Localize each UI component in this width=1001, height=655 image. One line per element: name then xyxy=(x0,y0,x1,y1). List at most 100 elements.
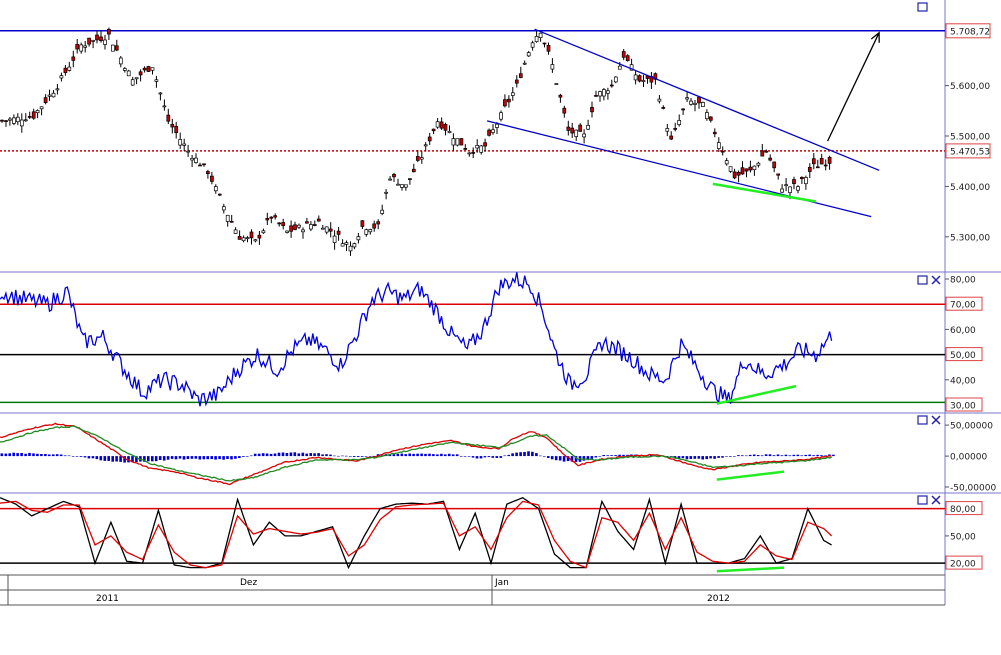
candle-body xyxy=(103,39,107,45)
candle-body xyxy=(827,156,832,164)
macd-histogram-bar xyxy=(725,456,728,457)
macd-histogram-bar xyxy=(28,452,31,456)
candle-body xyxy=(586,125,590,130)
candle-body xyxy=(372,223,377,229)
macd-histogram-bar xyxy=(115,456,118,462)
candle-body xyxy=(475,145,480,149)
macd-histogram-bar xyxy=(436,454,439,457)
candle-body xyxy=(661,107,666,109)
candle-body xyxy=(154,79,159,82)
chart-root: 5.600,00 5.500,00 5.400,00 5.300,00 5.708,72… xyxy=(0,0,1001,655)
macd-histogram-bar xyxy=(99,456,103,461)
candle-body xyxy=(356,236,361,241)
candle-body xyxy=(332,235,337,243)
macd-histogram-bar xyxy=(341,455,344,457)
macd-histogram-bar xyxy=(329,454,332,457)
macd-histogram-bar xyxy=(487,456,491,458)
macd-histogram-bar xyxy=(788,455,792,457)
candle-body xyxy=(150,67,155,71)
macd-histogram-bar xyxy=(313,453,316,457)
y-axis-tick-label: 50,00000 xyxy=(950,422,993,432)
candle-body xyxy=(408,178,412,180)
macd-histogram-bar xyxy=(20,453,23,457)
macd-histogram-bar xyxy=(174,456,178,460)
candle-body xyxy=(241,237,246,242)
candle-body xyxy=(146,66,151,72)
macd-histogram-bar xyxy=(760,455,764,457)
candle-body xyxy=(503,99,507,107)
candle-body xyxy=(712,131,717,135)
macd-histogram-bar xyxy=(483,456,487,458)
macd-histogram-bar xyxy=(404,454,407,457)
candle-body xyxy=(213,186,218,192)
year-label-2012: 2012 xyxy=(707,594,730,604)
macd-histogram-bar xyxy=(218,456,221,460)
macd-histogram-bar xyxy=(705,456,708,460)
candle-body xyxy=(530,42,535,48)
candle-body xyxy=(507,98,511,103)
candle-body xyxy=(265,218,270,221)
macd-histogram-bar xyxy=(800,455,803,457)
candle-body xyxy=(309,224,313,230)
candle-body xyxy=(732,171,737,179)
candle-body xyxy=(126,70,131,77)
candle-body xyxy=(720,150,725,153)
candle-body xyxy=(522,62,527,65)
candle-body xyxy=(487,129,491,136)
macd-histogram-bar xyxy=(784,454,788,457)
macd-histogram-bar xyxy=(87,456,91,459)
macd-histogram-bar xyxy=(535,453,538,457)
macd-histogram-bar xyxy=(230,456,233,460)
candle-body xyxy=(59,75,64,79)
macd-histogram-bar xyxy=(261,453,265,457)
macd-histogram-bar xyxy=(408,453,411,457)
macd-histogram-bar xyxy=(12,452,15,457)
month-label-jan: Jan xyxy=(494,578,509,588)
candle-body xyxy=(705,112,709,120)
candle-body xyxy=(744,168,749,172)
candle-body xyxy=(499,112,503,120)
macd-histogram-bar xyxy=(253,453,257,457)
macd-histogram-bar xyxy=(752,454,756,457)
candle-body xyxy=(578,124,583,132)
candle-body xyxy=(138,71,143,76)
macd-histogram-bar xyxy=(52,454,55,457)
candle-body xyxy=(47,94,52,97)
candle-body xyxy=(392,173,396,178)
y-axis-tick-label: 40,00 xyxy=(950,376,976,386)
macd-histogram-bar xyxy=(301,452,305,457)
candle-body xyxy=(633,74,638,81)
candle-body xyxy=(237,236,242,240)
candle-body xyxy=(641,80,646,82)
macd-histogram-bar xyxy=(202,456,206,460)
candle-body xyxy=(190,157,194,161)
macd-histogram-bar xyxy=(733,456,736,457)
candle-body xyxy=(289,225,293,232)
candle-body xyxy=(312,224,317,226)
candle-body xyxy=(186,150,190,153)
candle-body xyxy=(194,157,198,163)
candle-body xyxy=(594,95,598,97)
candle-body xyxy=(689,100,693,105)
macd-histogram-bar xyxy=(178,456,182,459)
macd-histogram-bar xyxy=(475,456,479,459)
level-value-label: 5.470,53 xyxy=(950,147,990,157)
candle-body xyxy=(590,106,594,113)
candle-body xyxy=(815,166,820,169)
candle-body xyxy=(380,209,385,214)
candle-body xyxy=(19,119,24,127)
macd-histogram-bar xyxy=(396,454,400,457)
macd-histogram-bar xyxy=(321,454,324,457)
macd-histogram-bar xyxy=(471,456,475,458)
macd-histogram-bar xyxy=(16,453,19,457)
macd-histogram-bar xyxy=(67,455,71,457)
candle-body xyxy=(463,148,468,150)
macd-histogram-bar xyxy=(598,456,602,457)
macd-histogram-bar xyxy=(194,456,198,459)
candle-body xyxy=(111,44,115,52)
macd-histogram-bar xyxy=(333,455,336,457)
candle-body xyxy=(447,130,452,134)
macd-histogram-bar xyxy=(709,456,712,459)
candle-body xyxy=(558,94,563,98)
candle-body xyxy=(554,83,559,85)
